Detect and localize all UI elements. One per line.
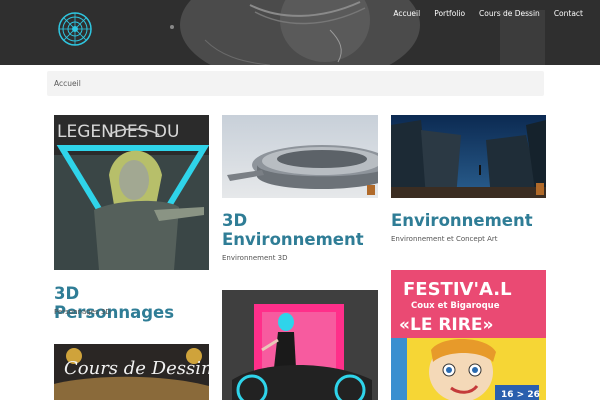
card-subtitle-3d-environnement: Environnement 3D xyxy=(222,254,288,262)
mandala-logo-icon[interactable] xyxy=(58,12,92,46)
card-thumbnail-cours-de-dessin[interactable]: Cours de Dessin xyxy=(54,344,209,400)
nav-portfolio[interactable]: Portfolio xyxy=(427,9,472,18)
card-thumbnail-environnement[interactable] xyxy=(391,115,546,198)
nav-cours-de-dessin[interactable]: Cours de Dessin xyxy=(472,9,547,18)
poster-title-text: FESTIV'A.L xyxy=(403,279,512,300)
poster-theme-text: «LE RIRE» xyxy=(399,315,493,335)
card-thumbnail-3d-personnages[interactable]: LEGENDES DU xyxy=(54,115,209,270)
card-subtitle-3d-personnages: Personnages 3D xyxy=(54,308,111,316)
motorbike-character-illustration xyxy=(222,290,378,400)
card-thumbnail-3d-environnement[interactable] xyxy=(222,115,378,198)
nav-accueil[interactable]: Accueil xyxy=(386,9,427,18)
main-navigation: Accueil Portfolio Cours de Dessin Contac… xyxy=(386,9,590,18)
card-thumbnail-motorbike-character[interactable] xyxy=(222,290,378,400)
card-title-3d-personnages[interactable]: 3D Personnages xyxy=(54,284,174,322)
card-title-environnement[interactable]: Environnement xyxy=(391,211,533,230)
character-illustration: LEGENDES DU xyxy=(54,115,209,270)
cours-de-dessin-illustration: Cours de Dessin xyxy=(54,344,209,400)
poster-date-text: 16 > 26 xyxy=(501,390,540,400)
ruins-concept-art-image xyxy=(391,115,546,198)
card-title-3d-environnement[interactable]: 3D Environnement xyxy=(222,211,382,249)
legendes-image-text: LEGENDES DU xyxy=(57,122,179,142)
breadcrumb-home-link[interactable]: Accueil xyxy=(54,79,81,88)
festival-poster-image: FESTIV'A.L Coux et Bigaroque «LE RIRE» 1… xyxy=(391,270,546,400)
stadium-render-image xyxy=(222,115,378,198)
cours-de-dessin-image-text: Cours de Dessin xyxy=(64,358,209,379)
poster-location-text: Coux et Bigaroque xyxy=(411,301,500,311)
card-subtitle-environnement: Environnement et Concept Art xyxy=(391,235,498,243)
site-header: Accueil Portfolio Cours de Dessin Contac… xyxy=(0,0,600,65)
nav-contact[interactable]: Contact xyxy=(547,9,590,18)
card-thumbnail-festival-poster[interactable]: FESTIV'A.L Coux et Bigaroque «LE RIRE» 1… xyxy=(391,270,546,400)
breadcrumb: Accueil xyxy=(47,71,544,96)
